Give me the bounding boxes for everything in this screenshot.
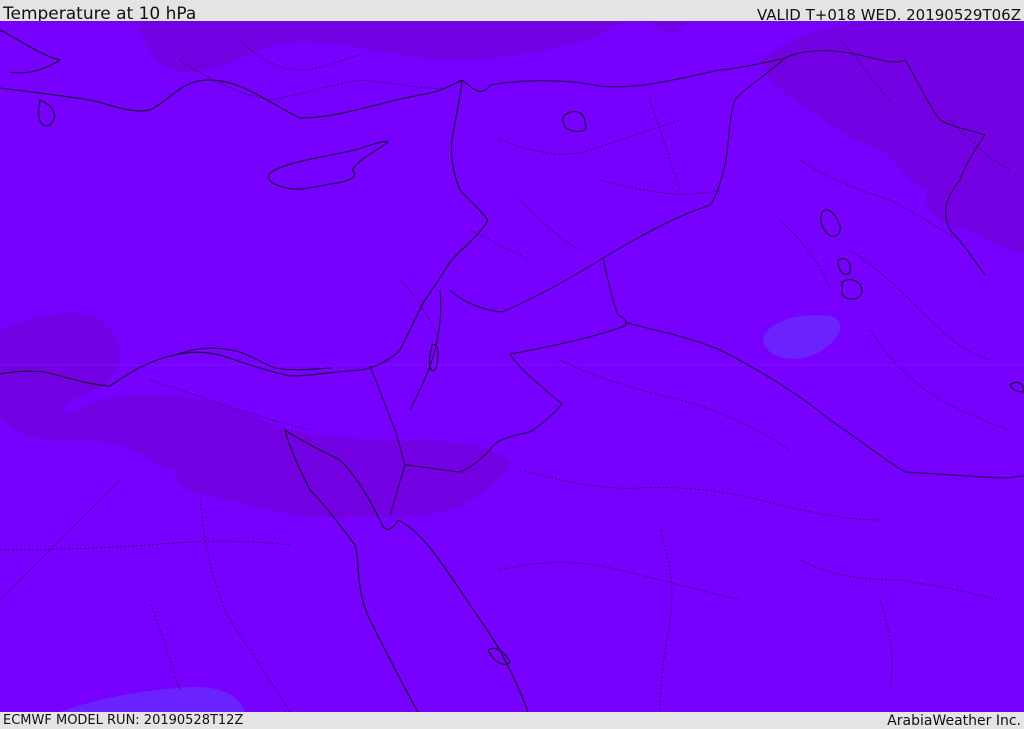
map-canvas bbox=[0, 21, 1024, 712]
model-run-label: ECMWF MODEL RUN: 20190528T12Z bbox=[3, 713, 244, 728]
temperature-map bbox=[0, 21, 1024, 712]
header-bar: Temperature at 10 hPa VALID T+018 WED. 2… bbox=[0, 0, 1024, 24]
map-frame: Temperature at 10 hPa VALID T+018 WED. 2… bbox=[0, 0, 1024, 729]
credit-label: ArabiaWeather Inc. bbox=[887, 713, 1021, 729]
footer-bar: ECMWF MODEL RUN: 20190528T12Z ArabiaWeat… bbox=[0, 712, 1024, 729]
